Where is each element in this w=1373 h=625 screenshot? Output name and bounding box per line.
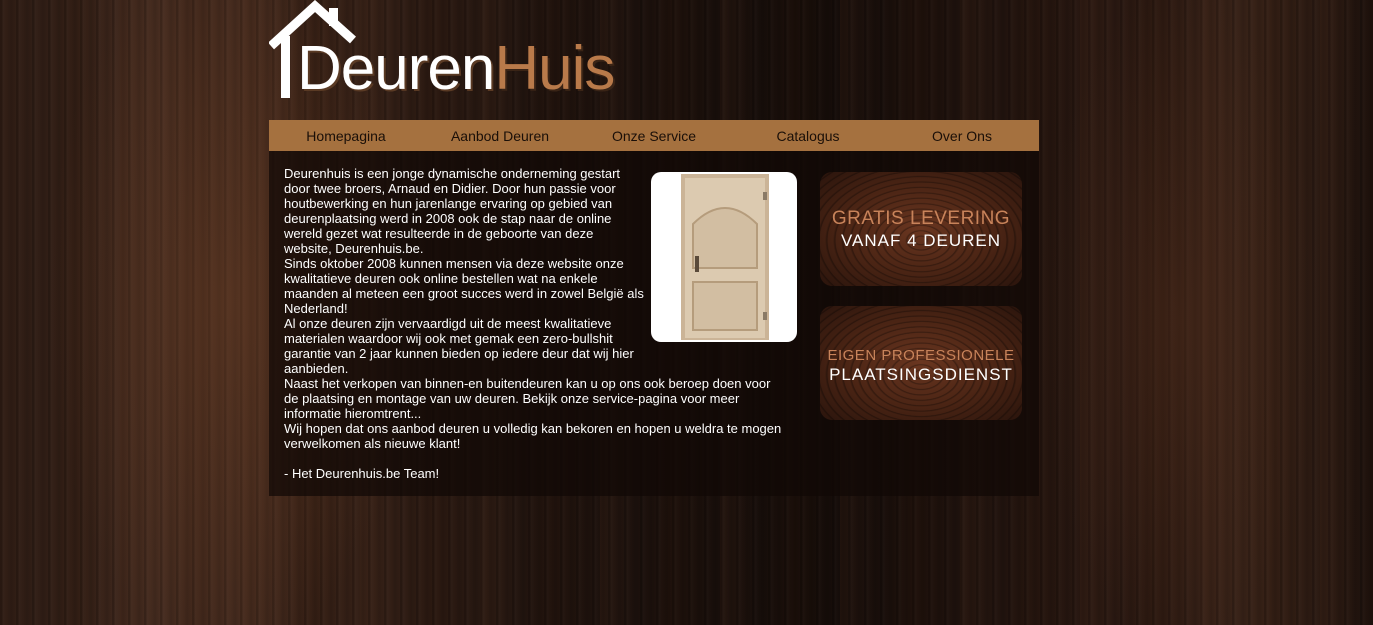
main-navigation: Homepagina Aanbod Deuren Onze Service Ca… bbox=[269, 120, 1039, 151]
nav-item-onze-service[interactable]: Onze Service bbox=[577, 120, 731, 151]
logo-wordmark: DeurenHuis bbox=[297, 38, 615, 100]
promo-plaatsingsdienst[interactable]: EIGEN PROFESSIONELE PLAATSINGSDIENST bbox=[820, 306, 1022, 420]
logo-word-huis: Huis bbox=[494, 34, 615, 103]
promo-line-1: GRATIS LEVERING bbox=[831, 208, 1011, 229]
promo-line-1: EIGEN PROFESSIONELE bbox=[827, 347, 1015, 364]
logo-word-deuren: Deuren bbox=[297, 34, 495, 103]
intro-paragraph: Sinds oktober 2008 kunnen mensen via dez… bbox=[284, 256, 644, 316]
site-logo[interactable]: DeurenHuis bbox=[269, 0, 615, 110]
door-photo bbox=[651, 172, 797, 342]
intro-paragraph: Al onze deuren zijn vervaardigd uit de m… bbox=[284, 316, 634, 376]
nav-item-aanbod-deuren[interactable]: Aanbod Deuren bbox=[423, 120, 577, 151]
promo-gratis-levering[interactable]: GRATIS LEVERING VANAF 4 DEUREN bbox=[820, 172, 1022, 286]
site-wrapper: DeurenHuis Homepagina Aanbod Deuren Onze… bbox=[269, 0, 1039, 625]
content-panel: Deurenhuis is een jonge dynamische onder… bbox=[269, 151, 1039, 496]
nav-item-homepagina[interactable]: Homepagina bbox=[269, 120, 423, 151]
intro-paragraph: Naast het verkopen van binnen-en buitend… bbox=[284, 376, 771, 421]
promo-line-2: VANAF 4 DEUREN bbox=[840, 231, 1002, 250]
intro-paragraph: Deurenhuis is een jonge dynamische onder… bbox=[284, 166, 621, 256]
intro-paragraph: Wij hopen dat ons aanbod deuren u volled… bbox=[284, 421, 782, 451]
signoff-text: - Het Deurenhuis.be Team! bbox=[284, 466, 440, 481]
nav-item-over-ons[interactable]: Over Ons bbox=[885, 120, 1039, 151]
promo-line-2: PLAATSINGSDIENST bbox=[829, 365, 1013, 384]
nav-item-catalogus[interactable]: Catalogus bbox=[731, 120, 885, 151]
